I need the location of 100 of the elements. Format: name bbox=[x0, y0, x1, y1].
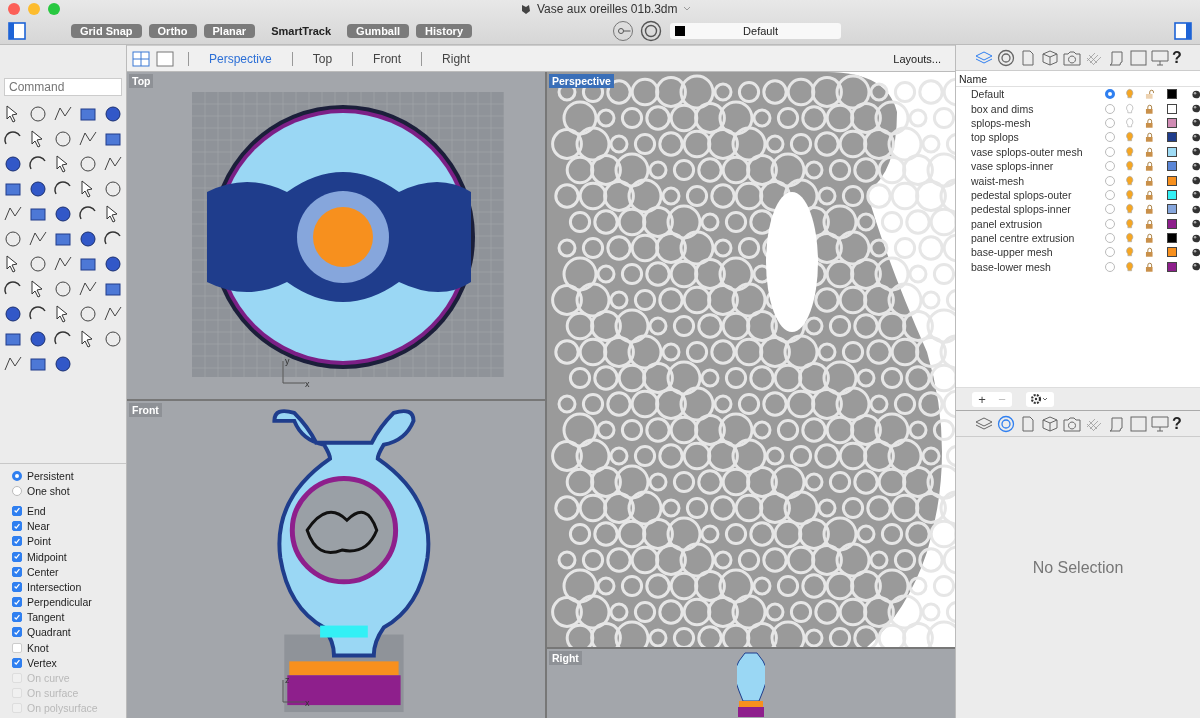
snap-mode-radio[interactable]: One shot bbox=[12, 483, 126, 499]
current-layer-radio[interactable] bbox=[1105, 103, 1116, 114]
snap-checkbox[interactable]: Quadrant bbox=[12, 624, 126, 641]
current-layer-radio[interactable] bbox=[1105, 247, 1116, 258]
layer-name[interactable]: waist-mesh bbox=[956, 174, 1104, 187]
four-viewports-icon[interactable] bbox=[132, 50, 150, 67]
lock-icon[interactable] bbox=[1144, 232, 1154, 245]
snap-checkbox[interactable]: Near bbox=[12, 518, 126, 534]
layer-color-swatch[interactable] bbox=[1166, 146, 1177, 157]
current-layer-radio[interactable] bbox=[1105, 204, 1116, 215]
layer-color-swatch[interactable] bbox=[1166, 175, 1177, 186]
layer-color-swatch[interactable] bbox=[1166, 161, 1177, 172]
camera-icon[interactable] bbox=[1062, 48, 1083, 67]
layer-name[interactable]: splops-mesh bbox=[956, 116, 1104, 129]
layer-name[interactable]: Default bbox=[956, 88, 1104, 101]
layer-name[interactable]: panel extrusion bbox=[956, 217, 1104, 230]
tool-icon[interactable] bbox=[3, 154, 23, 174]
snap-checkbox[interactable]: Center bbox=[12, 564, 126, 580]
snap-checkbox[interactable]: Vertex bbox=[12, 655, 126, 671]
lock-icon[interactable] bbox=[1144, 217, 1154, 230]
current-layer-radio[interactable] bbox=[1105, 117, 1116, 128]
gear-menu-button[interactable] bbox=[1026, 391, 1054, 407]
layer-color-swatch[interactable] bbox=[1166, 89, 1177, 100]
toggle-button[interactable]: Grid Snap bbox=[71, 23, 142, 38]
camera-icon[interactable] bbox=[1062, 414, 1083, 433]
tool-icon[interactable] bbox=[3, 304, 23, 324]
toggle-button[interactable]: SmartTrack bbox=[262, 23, 341, 38]
lock-icon[interactable] bbox=[1144, 174, 1154, 187]
viewport-tab[interactable]: Right bbox=[436, 51, 477, 66]
layer-name[interactable]: base-lower mesh bbox=[956, 260, 1104, 273]
viewport-tab[interactable]: Front bbox=[367, 51, 408, 66]
lock-icon[interactable] bbox=[1144, 145, 1154, 158]
material-sphere-icon[interactable] bbox=[1191, 147, 1200, 157]
layer-name[interactable]: pedestal splops-inner bbox=[956, 203, 1104, 216]
layer-name[interactable]: vase splops-outer mesh bbox=[956, 145, 1104, 158]
help-button[interactable]: ? bbox=[1172, 414, 1182, 433]
current-layer-radio[interactable] bbox=[1105, 218, 1116, 229]
material-sphere-icon[interactable] bbox=[1191, 190, 1200, 200]
tool-icon[interactable] bbox=[103, 104, 123, 124]
material-sphere-icon[interactable] bbox=[1191, 104, 1200, 114]
viewport-tab[interactable]: Perspective bbox=[203, 51, 278, 66]
current-layer-radio[interactable] bbox=[1105, 189, 1116, 200]
help-button[interactable]: ? bbox=[1172, 48, 1182, 67]
layer-dropdown[interactable]: Default bbox=[670, 22, 841, 39]
command-field[interactable]: Command bbox=[4, 78, 122, 96]
layer-name[interactable]: vase splops-inner bbox=[956, 160, 1104, 173]
layer-color-swatch[interactable] bbox=[1166, 247, 1177, 258]
current-layer-radio[interactable] bbox=[1105, 233, 1116, 244]
material-sphere-icon[interactable] bbox=[1191, 219, 1200, 229]
toggle-button[interactable]: Ortho bbox=[148, 23, 197, 38]
layer-name[interactable]: base-upper mesh bbox=[956, 246, 1104, 259]
current-layer-radio[interactable] bbox=[1105, 175, 1116, 186]
right-sidebar-icon[interactable] bbox=[1174, 21, 1192, 40]
current-layer-radio[interactable] bbox=[1105, 89, 1116, 100]
current-layer-radio[interactable] bbox=[1105, 146, 1116, 157]
toggle-button[interactable]: Gumball bbox=[347, 23, 410, 38]
lock-icon[interactable] bbox=[1144, 260, 1154, 273]
cube-icon[interactable] bbox=[1040, 414, 1061, 433]
lock-icon[interactable] bbox=[1144, 88, 1154, 101]
layouts-button[interactable]: Layouts... bbox=[887, 51, 947, 66]
tool-icon[interactable] bbox=[53, 354, 73, 374]
material-sphere-icon[interactable] bbox=[1191, 118, 1200, 128]
material-sphere-icon[interactable] bbox=[1191, 176, 1200, 186]
current-layer-radio[interactable] bbox=[1105, 161, 1116, 172]
material-sphere-icon[interactable] bbox=[1191, 233, 1200, 243]
material-sphere-icon[interactable] bbox=[1191, 161, 1200, 171]
layer-name[interactable]: box and dims bbox=[956, 102, 1104, 115]
layer-color-swatch[interactable] bbox=[1166, 233, 1177, 244]
target-icon[interactable] bbox=[996, 48, 1017, 67]
target-icon[interactable] bbox=[996, 414, 1017, 433]
layer-name[interactable]: top splops bbox=[956, 131, 1104, 144]
toggle-button[interactable]: History bbox=[416, 23, 472, 38]
lock-icon[interactable] bbox=[1144, 160, 1154, 173]
viewport-label[interactable]: Perspective bbox=[549, 74, 614, 88]
layer-color-swatch[interactable] bbox=[1166, 132, 1177, 143]
layer-button[interactable]: + bbox=[972, 391, 992, 407]
snap-checkbox[interactable]: Point bbox=[12, 533, 126, 549]
layer-name[interactable]: pedestal splops-outer bbox=[956, 188, 1104, 201]
tool-icon[interactable] bbox=[103, 254, 123, 274]
layer-color-swatch[interactable] bbox=[1166, 261, 1177, 272]
lock-icon[interactable] bbox=[1144, 246, 1154, 259]
layer-color-swatch[interactable] bbox=[1166, 103, 1177, 114]
material-sphere-icon[interactable] bbox=[1191, 132, 1200, 142]
snap-checkbox[interactable]: Intersection bbox=[12, 579, 126, 595]
tool-icon[interactable] bbox=[78, 229, 98, 249]
snap-checkbox[interactable]: Knot bbox=[12, 640, 126, 656]
current-layer-radio[interactable] bbox=[1105, 261, 1116, 272]
material-sphere-icon[interactable] bbox=[1191, 89, 1200, 99]
tool-icon[interactable] bbox=[28, 179, 48, 199]
tool-icon[interactable] bbox=[28, 329, 48, 349]
layer-name[interactable]: panel centre extrusion bbox=[956, 232, 1104, 245]
layer-color-swatch[interactable] bbox=[1166, 204, 1177, 215]
left-sidebar-icon[interactable] bbox=[8, 21, 26, 40]
lock-icon[interactable] bbox=[1144, 131, 1154, 144]
snap-checkbox[interactable]: Midpoint bbox=[12, 548, 126, 565]
snap-checkbox[interactable]: Perpendicular bbox=[12, 594, 126, 610]
material-sphere-icon[interactable] bbox=[1191, 262, 1200, 272]
material-sphere-icon[interactable] bbox=[1191, 204, 1200, 214]
lock-icon[interactable] bbox=[1144, 203, 1154, 216]
current-layer-radio[interactable] bbox=[1105, 132, 1116, 143]
